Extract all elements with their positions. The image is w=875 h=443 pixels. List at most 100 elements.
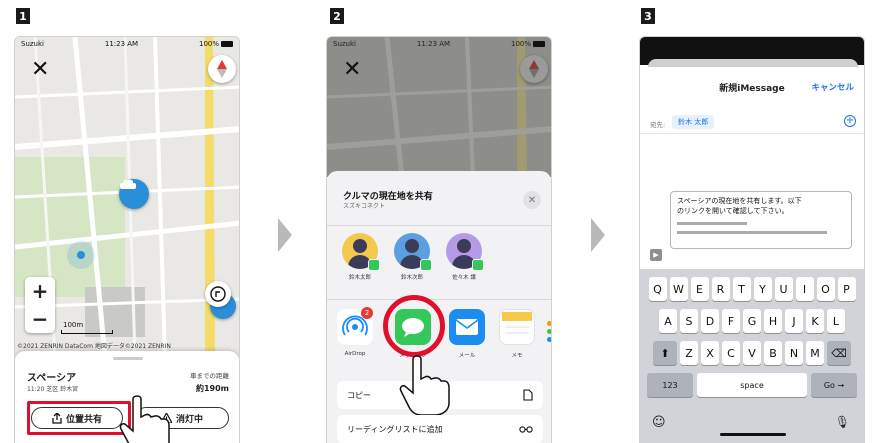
route-icon[interactable] xyxy=(205,281,231,307)
contact-suggestion[interactable]: 佐々木 譲 xyxy=(439,233,489,281)
key-d[interactable]: D xyxy=(701,309,719,333)
time-label: 11:23 AM xyxy=(416,40,451,48)
blurred-link xyxy=(677,222,747,225)
phone-screen-map: Suzuki 11:23 AM 100% ✕ + − 100m ©2021 ZE… xyxy=(14,36,240,443)
zoom-out-icon[interactable]: − xyxy=(32,307,49,331)
battery-label: 100% xyxy=(510,40,531,48)
copy-icon xyxy=(523,389,533,401)
keyboard-row-3: ⬆ ZXCVBNM ⌫ xyxy=(640,341,864,365)
app-drawer-icon[interactable]: ▶ xyxy=(650,249,662,261)
home-indicator xyxy=(720,433,786,436)
close-icon: ✕ xyxy=(343,57,362,82)
car-location-pin-icon[interactable] xyxy=(119,179,149,209)
notification-badge: 2 xyxy=(361,307,373,319)
compass-icon[interactable] xyxy=(208,55,236,83)
key-l[interactable]: L xyxy=(827,309,845,333)
reading-list-label: リーディングリストに追加 xyxy=(347,424,443,434)
go-key-label: Go xyxy=(823,380,835,390)
key-a[interactable]: A xyxy=(659,309,677,333)
battery-label: 100% xyxy=(198,40,219,48)
contact-name: 鈴木次郎 xyxy=(400,275,423,281)
next-arrow-icon xyxy=(591,218,605,252)
contact-suggestion[interactable]: 鈴木次郎 xyxy=(387,233,437,281)
key-r[interactable]: R xyxy=(711,277,730,301)
zoom-in-icon[interactable]: + xyxy=(32,279,49,303)
battery-icon xyxy=(221,41,233,47)
sheet-grabber[interactable] xyxy=(113,357,143,360)
backspace-key-icon[interactable]: ⌫ xyxy=(827,341,851,365)
messages-badge-icon xyxy=(368,259,380,271)
distance-label: 車までの距離 xyxy=(190,372,229,380)
vehicle-address: 11:20 芝区 鈴木宮 xyxy=(27,386,79,393)
status-bar: Suzuki 11:23 AM 100% xyxy=(15,37,239,51)
divider xyxy=(327,225,551,226)
divider xyxy=(640,133,864,134)
tap-hand-icon xyxy=(119,395,170,443)
shift-key-icon[interactable]: ⬆ xyxy=(653,341,677,365)
key-v[interactable]: V xyxy=(743,341,761,365)
contact-name: 鈴木太郎 xyxy=(348,275,371,281)
key-j[interactable]: J xyxy=(785,309,803,333)
key-o[interactable]: O xyxy=(816,277,835,301)
key-f[interactable]: F xyxy=(722,309,740,333)
contact-suggestion[interactable]: 鈴木太郎 xyxy=(335,233,385,281)
step-2-badge: 2 xyxy=(330,8,344,24)
zoom-control[interactable]: + − xyxy=(25,277,55,333)
battery-icon xyxy=(533,41,545,47)
key-x[interactable]: X xyxy=(701,341,719,365)
key-y[interactable]: Y xyxy=(753,277,772,301)
messages-badge-icon xyxy=(472,259,484,271)
key-z[interactable]: Z xyxy=(680,341,698,365)
divider xyxy=(327,299,551,300)
key-e[interactable]: E xyxy=(690,277,709,301)
app-notes[interactable]: メモ xyxy=(497,309,537,359)
mail-icon xyxy=(449,309,485,345)
microphone-icon[interactable]: 🎙 xyxy=(835,415,850,429)
key-m[interactable]: M xyxy=(806,341,824,365)
app-label: メール xyxy=(458,353,476,359)
go-key[interactable]: Go → xyxy=(811,373,857,397)
contact-name: 佐々木 譲 xyxy=(452,275,476,281)
message-input[interactable]: スペーシアの現在地を共有します。以下 のリンクを開いて確認して下さい。 xyxy=(670,191,852,249)
close-icon[interactable]: ✕ xyxy=(523,191,541,209)
app-label: AirDrop xyxy=(344,351,366,357)
recipient-chip[interactable]: 鈴木 太郎 xyxy=(672,115,715,129)
close-icon[interactable]: ✕ xyxy=(31,59,49,81)
compass-icon xyxy=(520,55,548,83)
key-q[interactable]: Q xyxy=(648,277,667,301)
space-key[interactable]: space xyxy=(697,373,807,397)
reading-list-action[interactable]: リーディングリストに追加 xyxy=(337,415,543,443)
key-s[interactable]: S xyxy=(680,309,698,333)
numbers-key[interactable]: 123 xyxy=(647,373,693,397)
map-scale-bar xyxy=(61,330,113,334)
highlight-circle xyxy=(383,295,445,357)
lights-off-label: 消灯中 xyxy=(175,414,203,425)
key-k[interactable]: K xyxy=(806,309,824,333)
carrier-label: Suzuki xyxy=(21,40,44,48)
app-mail[interactable]: メール xyxy=(447,309,487,359)
tap-hand-icon xyxy=(399,355,450,415)
cancel-button[interactable]: キャンセル xyxy=(811,81,854,93)
key-w[interactable]: W xyxy=(669,277,688,301)
to-label: 宛先: xyxy=(650,121,666,129)
key-t[interactable]: T xyxy=(732,277,751,301)
key-u[interactable]: U xyxy=(774,277,793,301)
key-h[interactable]: H xyxy=(764,309,782,333)
add-recipient-icon[interactable]: + xyxy=(844,115,856,127)
emoji-icon[interactable]: ☺ xyxy=(652,415,666,430)
message-line: スペーシアの現在地を共有します。以下 xyxy=(677,197,802,205)
key-p[interactable]: P xyxy=(837,277,856,301)
key-g[interactable]: G xyxy=(743,309,761,333)
key-i[interactable]: I xyxy=(795,277,814,301)
share-subtitle: スズキコネクト xyxy=(343,203,386,210)
key-n[interactable]: N xyxy=(785,341,803,365)
message-line: のリンクを開いて確認して下さい。 xyxy=(677,207,789,215)
key-b[interactable]: B xyxy=(764,341,782,365)
phone-screen-share-sheet: Suzuki 11:23 AM 100% ✕ クルマの現在地を共有 スズキコネク… xyxy=(326,36,552,443)
tutorial-page: 1 2 3 Suzuki 11:23 AM 100% ✕ + − 100m ©2… xyxy=(0,0,875,443)
keyboard: QWERTYUIOP ASDFGHJKL ⬆ ZXCVBNM ⌫ 123 spa… xyxy=(640,269,864,443)
key-c[interactable]: C xyxy=(722,341,740,365)
blurred-link xyxy=(677,231,827,234)
step-1-badge: 1 xyxy=(16,8,30,24)
more-apps-icon[interactable] xyxy=(547,321,551,351)
